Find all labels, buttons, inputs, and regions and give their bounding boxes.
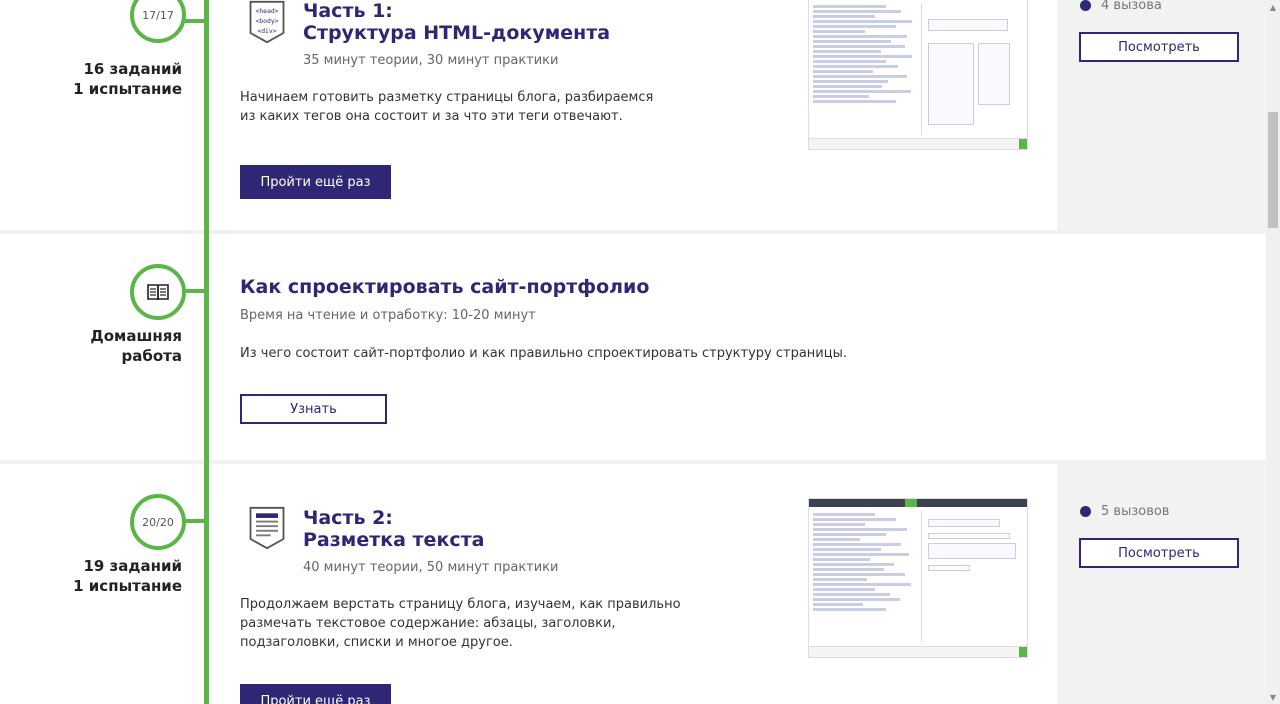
description-line: Продолжаем верстать страницу блога, изуч… — [240, 597, 681, 612]
learn-button[interactable]: Узнать — [240, 394, 387, 424]
description-line: подзаголовки, списки и многое другое. — [240, 635, 513, 650]
page-preview — [921, 3, 1018, 135]
course-page: 16 заданий 1 испытание <head> <body> <di… — [0, 0, 1266, 704]
lesson-title-name: Разметка текста — [303, 529, 485, 551]
progress-timeline — [204, 0, 209, 704]
lesson-tasks-label: 19 заданий 1 испытание — [2, 556, 182, 596]
svg-text:<head>: <head> — [255, 7, 278, 15]
lesson-aside — [1057, 464, 1266, 704]
homework-description: Из чего состоит сайт-портфолио и как пра… — [240, 346, 847, 361]
lesson-card-homework: Домашняя работа Как спроектировать сайт-… — [0, 234, 1266, 460]
calls-text: 5 вызовов — [1101, 504, 1170, 519]
book-icon — [147, 284, 169, 301]
calls-count: 4 вызова — [1080, 0, 1162, 13]
html-tags-icon: <head> <body> <div> — [249, 0, 285, 44]
lesson-duration: 35 минут теории, 30 минут практики — [303, 53, 559, 68]
view-button[interactable]: Посмотреть — [1079, 32, 1239, 62]
description-line: из каких тегов она состоит и за что эти … — [240, 109, 623, 124]
view-button[interactable]: Посмотреть — [1079, 538, 1239, 568]
lesson-preview-image[interactable] — [808, 0, 1028, 150]
retry-lesson-button[interactable]: Пройти ещё раз — [240, 165, 391, 199]
bullet-icon — [1080, 0, 1091, 11]
svg-text:<body>: <body> — [255, 17, 278, 25]
lesson-title[interactable]: Часть 1: Структура HTML-документа — [303, 0, 610, 44]
retry-lesson-button[interactable]: Пройти ещё раз — [240, 684, 391, 704]
homework-label: Домашняя работа — [2, 326, 182, 366]
lesson-duration: 40 минут теории, 50 минут практики — [303, 560, 559, 575]
lesson-card-part-2: 19 заданий 1 испытание Часть 2: Разметка… — [0, 464, 1266, 704]
lesson-title-part: Часть 1: — [303, 0, 393, 22]
page-scrollbar[interactable] — [1266, 0, 1280, 704]
challenge-count: 1 испытание — [73, 80, 182, 98]
scroll-up-icon[interactable]: ▲ — [1266, 0, 1280, 14]
homework-duration: Время на чтение и отработку: 10-20 минут — [240, 308, 536, 323]
calls-text: 4 вызова — [1101, 0, 1162, 13]
code-preview — [813, 3, 917, 105]
tasks-count: 16 заданий — [83, 60, 182, 78]
calls-count: 5 вызовов — [1080, 504, 1169, 519]
progress-node: 20/20 — [130, 494, 186, 550]
code-preview — [813, 511, 917, 613]
homework-label-line: Домашняя — [90, 327, 182, 345]
homework-label-line: работа — [121, 347, 182, 365]
lesson-tasks-label: 16 заданий 1 испытание — [2, 59, 182, 99]
lesson-card-part-1: 16 заданий 1 испытание <head> <body> <di… — [0, 0, 1266, 230]
lesson-description: Начинаем готовить разметку страницы блог… — [240, 88, 653, 126]
lesson-description: Продолжаем верстать страницу блога, изуч… — [240, 595, 681, 652]
lesson-title-name: Структура HTML-документа — [303, 22, 611, 44]
homework-node — [130, 264, 186, 320]
scrollbar-thumb[interactable] — [1268, 112, 1278, 228]
svg-text:<div>: <div> — [257, 27, 276, 35]
text-document-icon — [249, 506, 285, 550]
lesson-preview-image[interactable] — [808, 498, 1028, 658]
lesson-title-part: Часть 2: — [303, 507, 393, 529]
description-line: Начинаем готовить разметку страницы блог… — [240, 90, 654, 105]
homework-title[interactable]: Как спроектировать сайт-портфолио — [240, 276, 649, 298]
scroll-down-icon[interactable]: ▼ — [1266, 690, 1280, 704]
challenge-count: 1 испытание — [73, 577, 182, 595]
page-preview — [921, 511, 1018, 643]
lesson-title[interactable]: Часть 2: Разметка текста — [303, 507, 484, 551]
bullet-icon — [1080, 506, 1091, 517]
tasks-count: 19 заданий — [83, 557, 182, 575]
description-line: размечать текстовое содержание: абзацы, … — [240, 616, 616, 631]
